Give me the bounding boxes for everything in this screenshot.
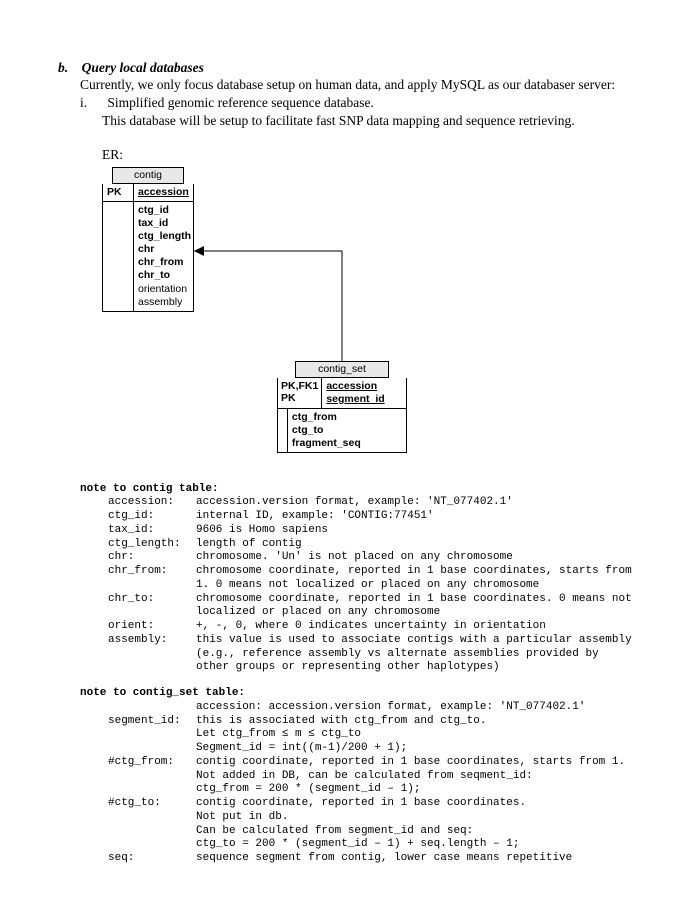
entity-contig-set-pk-field: segment_id	[326, 393, 384, 406]
entity-contig-pk-label: PK	[103, 184, 134, 201]
note-row: accession: accession.version format, exa…	[108, 701, 638, 715]
note-row: orient:+, -, 0, where 0 indicates uncert…	[108, 620, 638, 634]
section-title: Query local databases	[82, 60, 204, 75]
entity-contig-set-title: contig_set	[295, 361, 389, 378]
note-val: chromosome coordinate, reported in 1 bas…	[196, 565, 638, 593]
note-continuation: Segment_id = int((m-1)/200 + 1);	[196, 742, 638, 756]
entity-contig-pk-field: accession	[138, 186, 189, 199]
note-key: orient:	[108, 620, 196, 634]
note-continuation: ctg_from = 200 * (segment_id – 1);	[196, 783, 638, 797]
entity-contig-field: chr_to	[138, 269, 191, 282]
note-key: chr:	[108, 551, 196, 565]
note-key: assembly:	[108, 634, 196, 675]
note-key: accession:	[108, 496, 196, 510]
note-val: chromosome coordinate, reported in 1 bas…	[196, 593, 638, 621]
note-val: contig coordinate, reported in 1 base co…	[196, 797, 638, 811]
note-key: tax_id:	[108, 524, 196, 538]
note-row: chr:chromosome. 'Un' is not placed on an…	[108, 551, 638, 565]
entity-contig-field: tax_id	[138, 217, 191, 230]
notes-block: note to contig table: accession:accessio…	[80, 483, 638, 866]
note-key: chr_to:	[108, 593, 196, 621]
entity-contig-pk-empty	[103, 202, 134, 311]
note-key: ctg_length:	[108, 538, 196, 552]
note-row: chr_from:chromosome coordinate, reported…	[108, 565, 638, 593]
note-val: sequence segment from contig, lower case…	[196, 852, 638, 866]
entity-contig-set-pk-label: PK,FK1PK	[278, 378, 322, 408]
note-row: accession:accession.version format, exam…	[108, 496, 638, 510]
subsection-label: i.	[80, 95, 87, 110]
note-key: seq:	[108, 852, 196, 866]
section-label: b.	[58, 60, 68, 75]
note-continuation: Let ctg_from ≤ m ≤ ctg_to	[196, 728, 638, 742]
section-heading: b. Query local databases	[80, 60, 638, 76]
entity-contig-set-field: ctg_to	[292, 424, 361, 437]
note-val: contig coordinate, reported in 1 base co…	[196, 756, 638, 784]
document-page: b. Query local databases Currently, we o…	[0, 0, 696, 906]
note-row: seq:sequence segment from contig, lower …	[108, 852, 638, 866]
note-key: segment_id:	[108, 715, 196, 729]
note-val: +, -, 0, where 0 indicates uncertainty i…	[196, 620, 638, 634]
note-val: length of contig	[196, 538, 638, 552]
note-val: this value is used to associate contigs …	[196, 634, 638, 675]
note-key: chr_from:	[108, 565, 196, 593]
note-val: accession: accession.version format, exa…	[196, 701, 638, 715]
entity-contig-title: contig	[112, 167, 184, 184]
note-val: accession.version format, example: 'NT_0…	[196, 496, 638, 510]
note-continuation: Can be calculated from segment_id and se…	[196, 825, 638, 839]
entity-contig-field: chr	[138, 243, 191, 256]
subsection-title: Simplified genomic reference sequence da…	[107, 95, 374, 110]
entity-contig: contig PK accession ctg_id tax_id ctg_le…	[102, 167, 194, 312]
er-label: ER:	[102, 147, 638, 163]
entity-contig-set-pk-field: accession	[326, 380, 384, 393]
entity-contig-field: ctg_id	[138, 204, 191, 217]
entity-contig-set-field: ctg_from	[292, 411, 361, 424]
note-row: tax_id:9606 is Homo sapiens	[108, 524, 638, 538]
entity-contig-field: ctg_length	[138, 230, 191, 243]
note-key: ctg_id:	[108, 510, 196, 524]
er-diagram: contig PK accession ctg_id tax_id ctg_le…	[102, 167, 638, 477]
subsection-heading: i. Simplified genomic reference sequence…	[102, 94, 638, 112]
note-key: #ctg_to:	[108, 797, 196, 811]
note-title-contig: note to contig table:	[80, 483, 638, 497]
note-row: chr_to:chromosome coordinate, reported i…	[108, 593, 638, 621]
entity-contig-set-pk-empty	[278, 409, 288, 452]
note-val: internal ID, example: 'CONTIG:77451'	[196, 510, 638, 524]
entity-contig-set: contig_set PK,FK1PK accession segment_id…	[277, 361, 407, 454]
note-row: #ctg_to:contig coordinate, reported in 1…	[108, 797, 638, 811]
section-intro: Currently, we only focus database setup …	[80, 76, 638, 94]
note-row: assembly:this value is used to associate…	[108, 634, 638, 675]
entity-contig-set-field: fragment_seq	[292, 437, 361, 450]
note-row: ctg_length:length of contig	[108, 538, 638, 552]
entity-contig-field: orientation	[138, 283, 191, 296]
entity-contig-field: assembly	[138, 296, 191, 309]
entity-contig-field: chr_from	[138, 256, 191, 269]
note-continuation: ctg_to = 200 * (segment_id – 1) + seq.le…	[196, 838, 638, 852]
note-val: this is associated with ctg_from and ctg…	[196, 715, 638, 729]
note-row: ctg_id:internal ID, example: 'CONTIG:774…	[108, 510, 638, 524]
note-row: #ctg_from:contig coordinate, reported in…	[108, 756, 638, 784]
note-val: 9606 is Homo sapiens	[196, 524, 638, 538]
note-val: chromosome. 'Un' is not placed on any ch…	[196, 551, 638, 565]
note-key	[108, 701, 196, 715]
note-row: segment_id:this is associated with ctg_f…	[108, 715, 638, 729]
note-title-contig-set: note to contig_set table:	[80, 687, 638, 701]
subsection-body: This database will be setup to facilitat…	[102, 112, 638, 130]
note-continuation: Not put in db.	[196, 811, 638, 825]
note-key: #ctg_from:	[108, 756, 196, 784]
